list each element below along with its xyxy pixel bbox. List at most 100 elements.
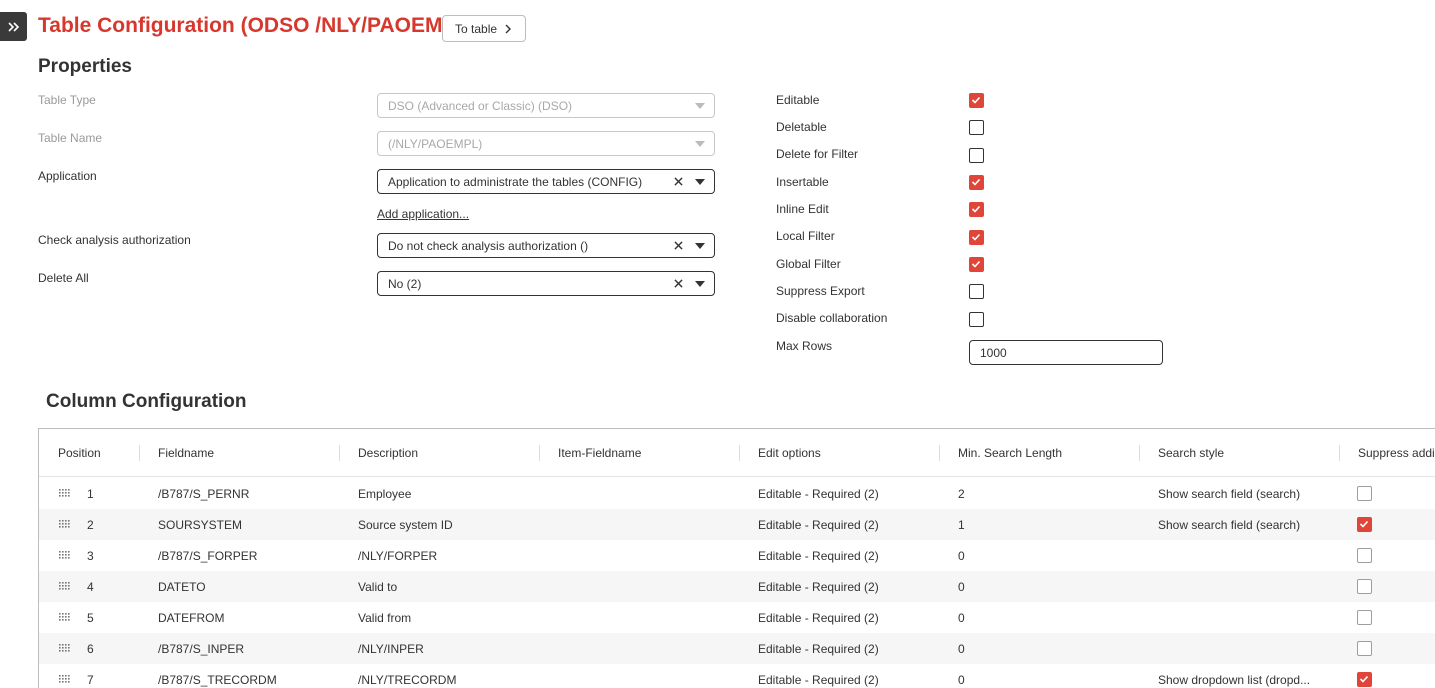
cell-edit-options[interactable]: Editable - Required (2) xyxy=(758,602,938,633)
suppress-checkbox[interactable] xyxy=(1357,517,1372,532)
cell-min-search-length[interactable]: 0 xyxy=(958,633,1138,664)
header-separator[interactable] xyxy=(1339,445,1340,461)
flag-inline-edit-checkbox[interactable] xyxy=(969,202,984,217)
header-separator[interactable] xyxy=(539,445,540,461)
flag-local-filter-checkbox[interactable] xyxy=(969,230,984,245)
check-analysis-select[interactable]: Do not check analysis authorization () xyxy=(377,233,715,258)
cell-search-style[interactable]: Show search field (search) xyxy=(1158,478,1328,509)
table-row[interactable]: 4 DATETO Valid to Editable - Required (2) 0 xyxy=(39,571,1435,602)
flag-disable-collaboration-checkbox[interactable] xyxy=(969,312,984,327)
cell-item-fieldname[interactable] xyxy=(558,633,738,664)
flag-global-filter-checkbox[interactable] xyxy=(969,257,984,272)
header-separator[interactable] xyxy=(739,445,740,461)
cell-min-search-length[interactable]: 1 xyxy=(958,509,1138,540)
flag-editable-checkbox[interactable] xyxy=(969,93,984,108)
cell-edit-options[interactable]: Editable - Required (2) xyxy=(758,509,938,540)
table-row[interactable]: 7/B787/S_TRECORDM/NLY/TRECORDM Editable -… xyxy=(39,664,1435,688)
cell-description[interactable]: Employee xyxy=(358,478,538,509)
cell-search-style[interactable]: Show search field (search) xyxy=(1158,509,1328,540)
suppress-checkbox[interactable] xyxy=(1357,641,1372,656)
cell-item-fieldname[interactable] xyxy=(558,478,738,509)
delete-all-select[interactable]: No (2) xyxy=(377,271,715,296)
add-application-link[interactable]: Add application... xyxy=(377,207,469,221)
table-row[interactable]: 6/B787/S_INPER/NLY/INPER Editable - Requi… xyxy=(39,633,1435,664)
cell-item-fieldname[interactable] xyxy=(558,571,738,602)
chevron-down-icon[interactable] xyxy=(690,234,710,257)
cell-edit-options[interactable]: Editable - Required (2) xyxy=(758,478,938,509)
cell-min-search-length[interactable]: 2 xyxy=(958,478,1138,509)
cell-min-search-length[interactable]: 0 xyxy=(958,540,1138,571)
suppress-checkbox[interactable] xyxy=(1357,486,1372,501)
cell-item-fieldname[interactable] xyxy=(558,509,738,540)
cell-position[interactable]: 2 xyxy=(87,509,147,540)
flag-insertable-checkbox[interactable] xyxy=(969,175,984,190)
cell-description[interactable]: Source system ID xyxy=(358,509,538,540)
cell-search-style[interactable] xyxy=(1158,633,1328,664)
header-position[interactable]: Position xyxy=(58,429,138,477)
flag-delete-for-filter-checkbox[interactable] xyxy=(969,148,984,163)
table-row[interactable]: 3/B787/S_FORPER/NLY/FORPER Editable - Req… xyxy=(39,540,1435,571)
cell-edit-options[interactable]: Editable - Required (2) xyxy=(758,633,938,664)
cell-description[interactable]: Valid to xyxy=(358,571,538,602)
cell-min-search-length[interactable]: 0 xyxy=(958,571,1138,602)
flag-deletable-checkbox[interactable] xyxy=(969,120,984,135)
table-row[interactable]: 1/B787/S_PERNR Employee Editable - Require… xyxy=(39,478,1435,509)
cell-description[interactable]: /NLY/FORPER xyxy=(358,540,538,571)
cell-search-style[interactable] xyxy=(1158,540,1328,571)
chevron-down-icon[interactable] xyxy=(690,272,710,295)
cell-position[interactable]: 6 xyxy=(87,633,147,664)
drag-handle-icon[interactable] xyxy=(59,675,71,683)
header-item-fieldname[interactable]: Item-Fieldname xyxy=(558,429,738,477)
header-search-style[interactable]: Search style xyxy=(1158,429,1338,477)
drag-handle-icon[interactable] xyxy=(59,644,71,652)
cell-fieldname[interactable]: /B787/S_TRECORDM xyxy=(158,664,338,688)
cell-fieldname[interactable]: /B787/S_INPER xyxy=(158,633,338,664)
cell-fieldname[interactable]: DATETO xyxy=(158,571,338,602)
cell-edit-options[interactable]: Editable - Required (2) xyxy=(758,540,938,571)
drag-handle-icon[interactable] xyxy=(59,582,71,590)
clear-icon[interactable] xyxy=(670,276,686,292)
suppress-checkbox[interactable] xyxy=(1357,672,1372,687)
header-description[interactable]: Description xyxy=(358,429,538,477)
suppress-checkbox[interactable] xyxy=(1357,548,1372,563)
cell-search-style[interactable] xyxy=(1158,571,1328,602)
drag-handle-icon[interactable] xyxy=(59,551,71,559)
clear-icon[interactable] xyxy=(670,174,686,190)
cell-fieldname[interactable]: /B787/S_PERNR xyxy=(158,478,338,509)
header-separator[interactable] xyxy=(939,445,940,461)
cell-position[interactable]: 1 xyxy=(87,478,147,509)
header-separator[interactable] xyxy=(339,445,340,461)
cell-position[interactable]: 5 xyxy=(87,602,147,633)
table-row[interactable]: 2 SOURSYSTEM Source system ID Editable - Re… xyxy=(39,509,1435,540)
cell-item-fieldname[interactable] xyxy=(558,664,738,688)
header-suppress[interactable]: Suppress addi xyxy=(1358,429,1435,477)
cell-position[interactable]: 3 xyxy=(87,540,147,571)
cell-edit-options[interactable]: Editable - Required (2) xyxy=(758,664,938,688)
header-separator[interactable] xyxy=(139,445,140,461)
suppress-checkbox[interactable] xyxy=(1357,579,1372,594)
header-separator[interactable] xyxy=(1139,445,1140,461)
expand-sidebar-button[interactable] xyxy=(0,12,27,41)
header-min-search-length[interactable]: Min. Search Length xyxy=(958,429,1138,477)
chevron-down-icon[interactable] xyxy=(690,170,710,193)
cell-min-search-length[interactable]: 0 xyxy=(958,664,1138,688)
cell-description[interactable]: /NLY/TRECORDM xyxy=(358,664,538,688)
clear-icon[interactable] xyxy=(670,238,686,254)
cell-search-style[interactable]: Show dropdown list (dropd... xyxy=(1158,664,1328,688)
cell-min-search-length[interactable]: 0 xyxy=(958,602,1138,633)
drag-handle-icon[interactable] xyxy=(59,489,71,497)
header-edit-options[interactable]: Edit options xyxy=(758,429,938,477)
cell-fieldname[interactable]: SOURSYSTEM xyxy=(158,509,338,540)
header-fieldname[interactable]: Fieldname xyxy=(158,429,338,477)
max-rows-input[interactable]: 1000 xyxy=(969,340,1163,365)
drag-handle-icon[interactable] xyxy=(59,520,71,528)
cell-fieldname[interactable]: /B787/S_FORPER xyxy=(158,540,338,571)
cell-position[interactable]: 4 xyxy=(87,571,147,602)
to-table-button[interactable]: To table xyxy=(442,15,527,42)
suppress-checkbox[interactable] xyxy=(1357,610,1372,625)
drag-handle-icon[interactable] xyxy=(59,613,71,621)
cell-description[interactable]: /NLY/INPER xyxy=(358,633,538,664)
cell-fieldname[interactable]: DATEFROM xyxy=(158,602,338,633)
cell-edit-options[interactable]: Editable - Required (2) xyxy=(758,571,938,602)
cell-description[interactable]: Valid from xyxy=(358,602,538,633)
